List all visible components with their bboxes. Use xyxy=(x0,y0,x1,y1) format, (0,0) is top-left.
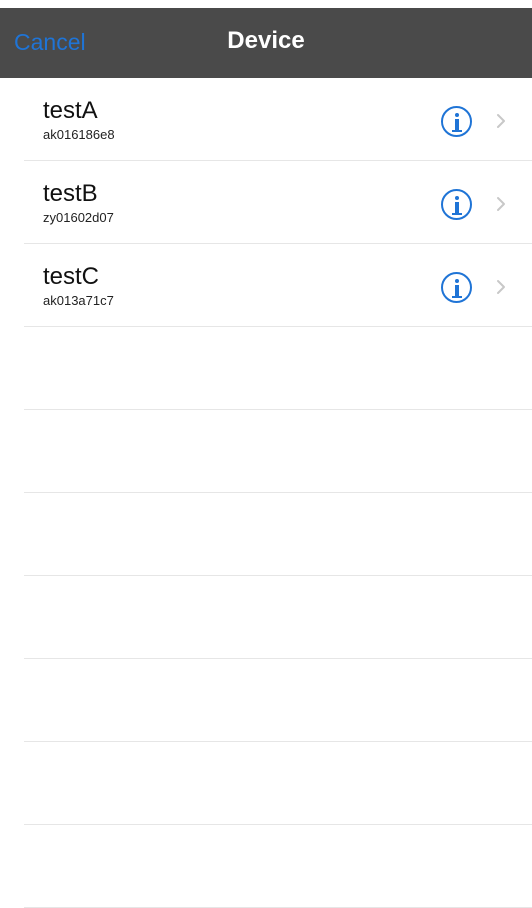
info-icon[interactable] xyxy=(441,189,472,220)
info-icon[interactable] xyxy=(441,106,472,137)
empty-list-row xyxy=(0,659,532,742)
empty-list-row xyxy=(0,410,532,493)
cancel-button[interactable]: Cancel xyxy=(14,27,86,57)
chevron-right-icon[interactable] xyxy=(495,196,507,212)
device-name: testB xyxy=(43,180,98,207)
info-icon-dot xyxy=(455,279,459,283)
device-row-testb[interactable]: testB zy01602d07 xyxy=(0,161,532,244)
empty-list-row xyxy=(0,493,532,576)
empty-list-row xyxy=(0,825,532,908)
device-name: testA xyxy=(43,97,98,124)
device-id: ak013a71c7 xyxy=(43,293,114,308)
info-icon-base xyxy=(452,213,462,215)
chevron-right-icon[interactable] xyxy=(495,113,507,129)
device-list: testA ak016186e8 testB zy01602d07 testC … xyxy=(0,78,532,908)
device-screen: Cancel Device testA ak016186e8 testB zy0… xyxy=(0,0,532,908)
empty-list-row xyxy=(0,576,532,659)
device-name: testC xyxy=(43,263,100,290)
empty-list-row xyxy=(0,742,532,825)
device-id: ak016186e8 xyxy=(43,127,115,142)
device-row-testc[interactable]: testC ak013a71c7 xyxy=(0,244,532,327)
chevron-right-icon[interactable] xyxy=(495,279,507,295)
info-icon-dot xyxy=(455,196,459,200)
device-id: zy01602d07 xyxy=(43,210,114,225)
device-row-testa[interactable]: testA ak016186e8 xyxy=(0,78,532,161)
info-icon-dot xyxy=(455,113,459,117)
empty-list-row xyxy=(0,327,532,410)
info-icon[interactable] xyxy=(441,272,472,303)
info-icon-base xyxy=(452,130,462,132)
navigation-bar: Cancel Device xyxy=(0,0,532,78)
info-icon-base xyxy=(452,296,462,298)
